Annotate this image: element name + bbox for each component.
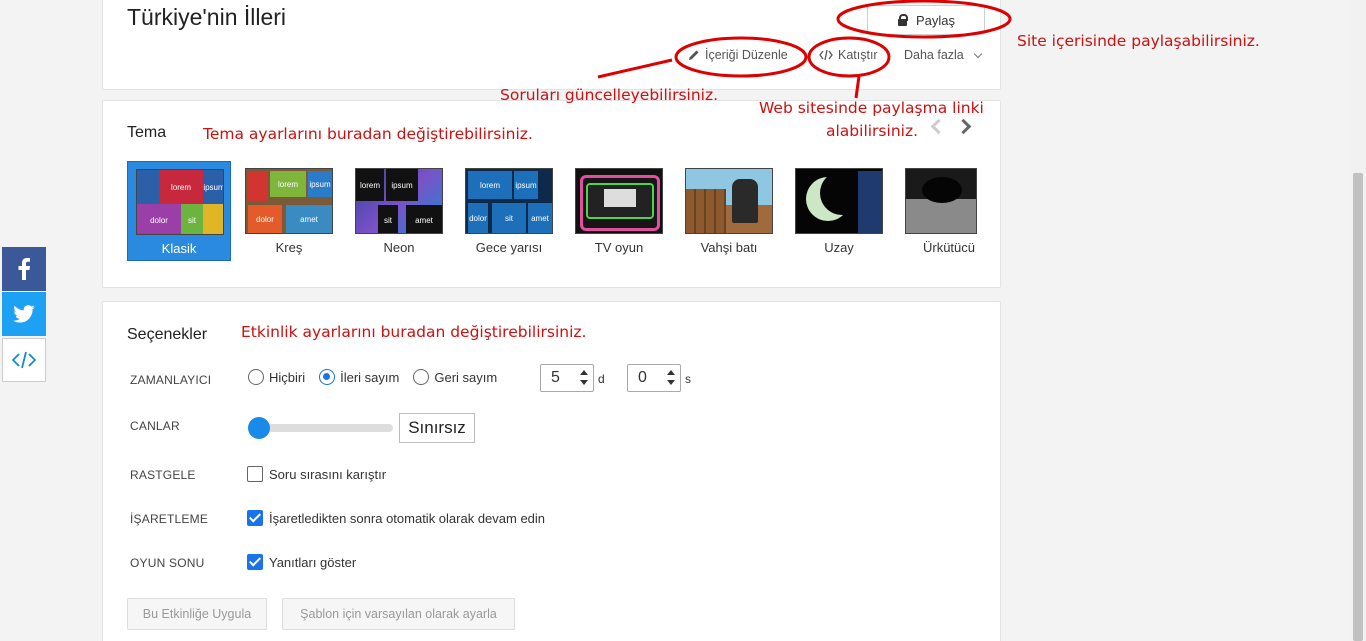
timer-option-label: İleri sayım [340, 369, 400, 385]
lives-value: Sınırsız [399, 413, 475, 443]
shuffle-questions-option[interactable]: Soru sırasını karıştır [247, 466, 386, 482]
edit-content-label: İçeriği Düzenle [705, 48, 788, 62]
chevron-right-icon[interactable] [955, 118, 972, 135]
theme-vahsi-bati[interactable]: Vahşi batı [677, 161, 781, 261]
annotation-theme: Tema ayarlarını buradan değiştirebilirsi… [203, 125, 533, 143]
theme-uzay-thumbnail [795, 168, 883, 234]
more-label: Daha fazla [904, 48, 964, 62]
theme-uzay[interactable]: Uzay [787, 161, 891, 261]
chevron-down-icon [973, 49, 983, 58]
apply-to-activity-button[interactable]: Bu Etkinliğe Uygula [127, 598, 267, 630]
auto-continue-option[interactable]: İşaretledikten sonra otomatik olarak dev… [247, 510, 545, 526]
show-answers-option[interactable]: Yanıtları göster [247, 554, 356, 570]
theme-urkutucu[interactable]: Ürkütücü [897, 161, 977, 261]
annotation-embed-line2: alabilirsiniz. [826, 122, 919, 140]
auto-continue-checkbox[interactable] [247, 510, 263, 526]
twitter-share-button[interactable] [2, 292, 46, 336]
embed-share-button[interactable] [2, 338, 46, 382]
lives-slider-track[interactable] [250, 424, 393, 432]
lives-label: CANLAR [130, 419, 180, 433]
timer-label: ZAMANLAYICI [130, 373, 212, 387]
chevron-left-icon[interactable] [930, 118, 947, 135]
shuffle-checkbox[interactable] [247, 466, 263, 482]
set-default-button[interactable]: Şablon için varsayılan olarak ayarla [282, 598, 515, 630]
theme-neon-thumbnail: lorem ipsum sit amet [355, 168, 443, 234]
scrollbar-thumb[interactable] [1353, 173, 1363, 641]
code-icon [12, 351, 36, 369]
theme-label: Ürkütücü [922, 240, 976, 255]
theme-klasik[interactable]: lorem ipsum dolor sit Klasik [127, 161, 231, 261]
share-button[interactable]: Paylaş [867, 5, 985, 35]
embed-link[interactable]: Katıştır [819, 48, 878, 62]
theme-tv-oyun-thumbnail [575, 168, 663, 234]
annotation-embed-line1: Web sitesinde paylaşma linki [759, 99, 984, 117]
spinner-arrows-icon[interactable] [579, 368, 589, 388]
theme-label: Klasik [161, 241, 197, 256]
minutes-stepper[interactable]: 5 [540, 364, 594, 392]
share-button-label: Paylaş [915, 12, 956, 28]
edit-content-link[interactable]: İçeriği Düzenle [688, 48, 788, 62]
theme-list: lorem ipsum dolor sit Klasik lorem ipsum… [127, 161, 977, 263]
options-card: Seçenekler ZAMANLAYICI Hiçbiri İleri say… [102, 301, 1001, 641]
code-icon [819, 49, 833, 61]
game-end-label: OYUN SONU [130, 556, 205, 570]
more-menu[interactable]: Daha fazla [904, 48, 983, 62]
theme-pager [930, 118, 972, 135]
theme-kres-thumbnail: lorem ipsum dolor amet [245, 168, 333, 234]
options-section-title: Seçenekler [127, 326, 208, 343]
theme-gece-yarisi-thumbnail: lorem ipsum dolor sit amet [465, 168, 553, 234]
pencil-icon [689, 50, 699, 60]
theme-label: Gece yarısı [475, 240, 543, 255]
minutes-unit: d [598, 372, 605, 386]
auto-continue-text: İşaretledikten sonra otomatik olarak dev… [269, 510, 546, 526]
theme-vahsi-bati-thumbnail [685, 168, 773, 234]
facebook-share-button[interactable] [2, 247, 46, 291]
theme-neon[interactable]: lorem ipsum sit amet Neon [347, 161, 451, 261]
annotation-edit: Soruları güncelleyebilirsiniz. [500, 86, 719, 104]
minutes-value: 5 [551, 369, 560, 386]
show-answers-checkbox[interactable] [247, 554, 263, 570]
page-scrollbar[interactable] [1350, 0, 1366, 641]
theme-tv-oyun[interactable]: TV oyun [567, 161, 671, 261]
timer-option-countup[interactable]: İleri sayım [319, 369, 399, 385]
show-answers-text: Yanıtları göster [269, 554, 357, 570]
timer-option-label: Hiçbiri [269, 369, 306, 385]
marking-label: İŞARETLEME [130, 512, 209, 526]
annotation-share: Site içerisinde paylaşabilirsiniz. [1017, 32, 1260, 50]
lock-icon [897, 14, 908, 26]
spinner-arrows-icon[interactable] [666, 368, 676, 388]
theme-label: TV oyun [594, 240, 644, 255]
seconds-stepper[interactable]: 0 [627, 364, 681, 392]
timer-option-countdown[interactable]: Geri sayım [413, 369, 497, 385]
theme-gece-yarisi[interactable]: lorem ipsum dolor sit amet Gece yarısı [457, 161, 561, 261]
activity-header-card: Türkiye'nin İlleri Paylaş İçeriği Düzenl… [102, 0, 1001, 90]
annotation-options: Etkinlik ayarlarını buradan değiştirebil… [241, 323, 587, 341]
theme-label: Neon [383, 240, 415, 255]
theme-klasik-thumbnail: lorem ipsum dolor sit [136, 169, 224, 235]
shuffle-text: Soru sırasını karıştır [269, 466, 387, 482]
seconds-unit: s [685, 372, 691, 386]
theme-label: Kreş [275, 240, 303, 255]
lives-slider-handle[interactable] [248, 417, 270, 439]
timer-option-label: Geri sayım [434, 369, 498, 385]
radio-countup[interactable] [319, 369, 336, 385]
radio-countdown[interactable] [413, 369, 430, 385]
theme-section-title: Tema [127, 124, 167, 141]
page-title: Türkiye'nin İlleri [127, 4, 287, 30]
theme-label: Vahşi batı [700, 240, 758, 255]
seconds-value: 0 [638, 369, 647, 386]
radio-none[interactable] [248, 369, 264, 385]
theme-kres[interactable]: lorem ipsum dolor amet Kreş [237, 161, 341, 261]
theme-label: Uzay [824, 240, 854, 255]
timer-radio-group: Hiçbiri İleri sayım Geri sayım [248, 369, 511, 385]
theme-urkutucu-thumbnail [905, 168, 977, 234]
facebook-icon [18, 258, 30, 280]
random-label: RASTGELE [130, 468, 196, 482]
twitter-icon [13, 305, 35, 323]
timer-option-none[interactable]: Hiçbiri [248, 369, 305, 385]
embed-label: Katıştır [838, 48, 878, 62]
